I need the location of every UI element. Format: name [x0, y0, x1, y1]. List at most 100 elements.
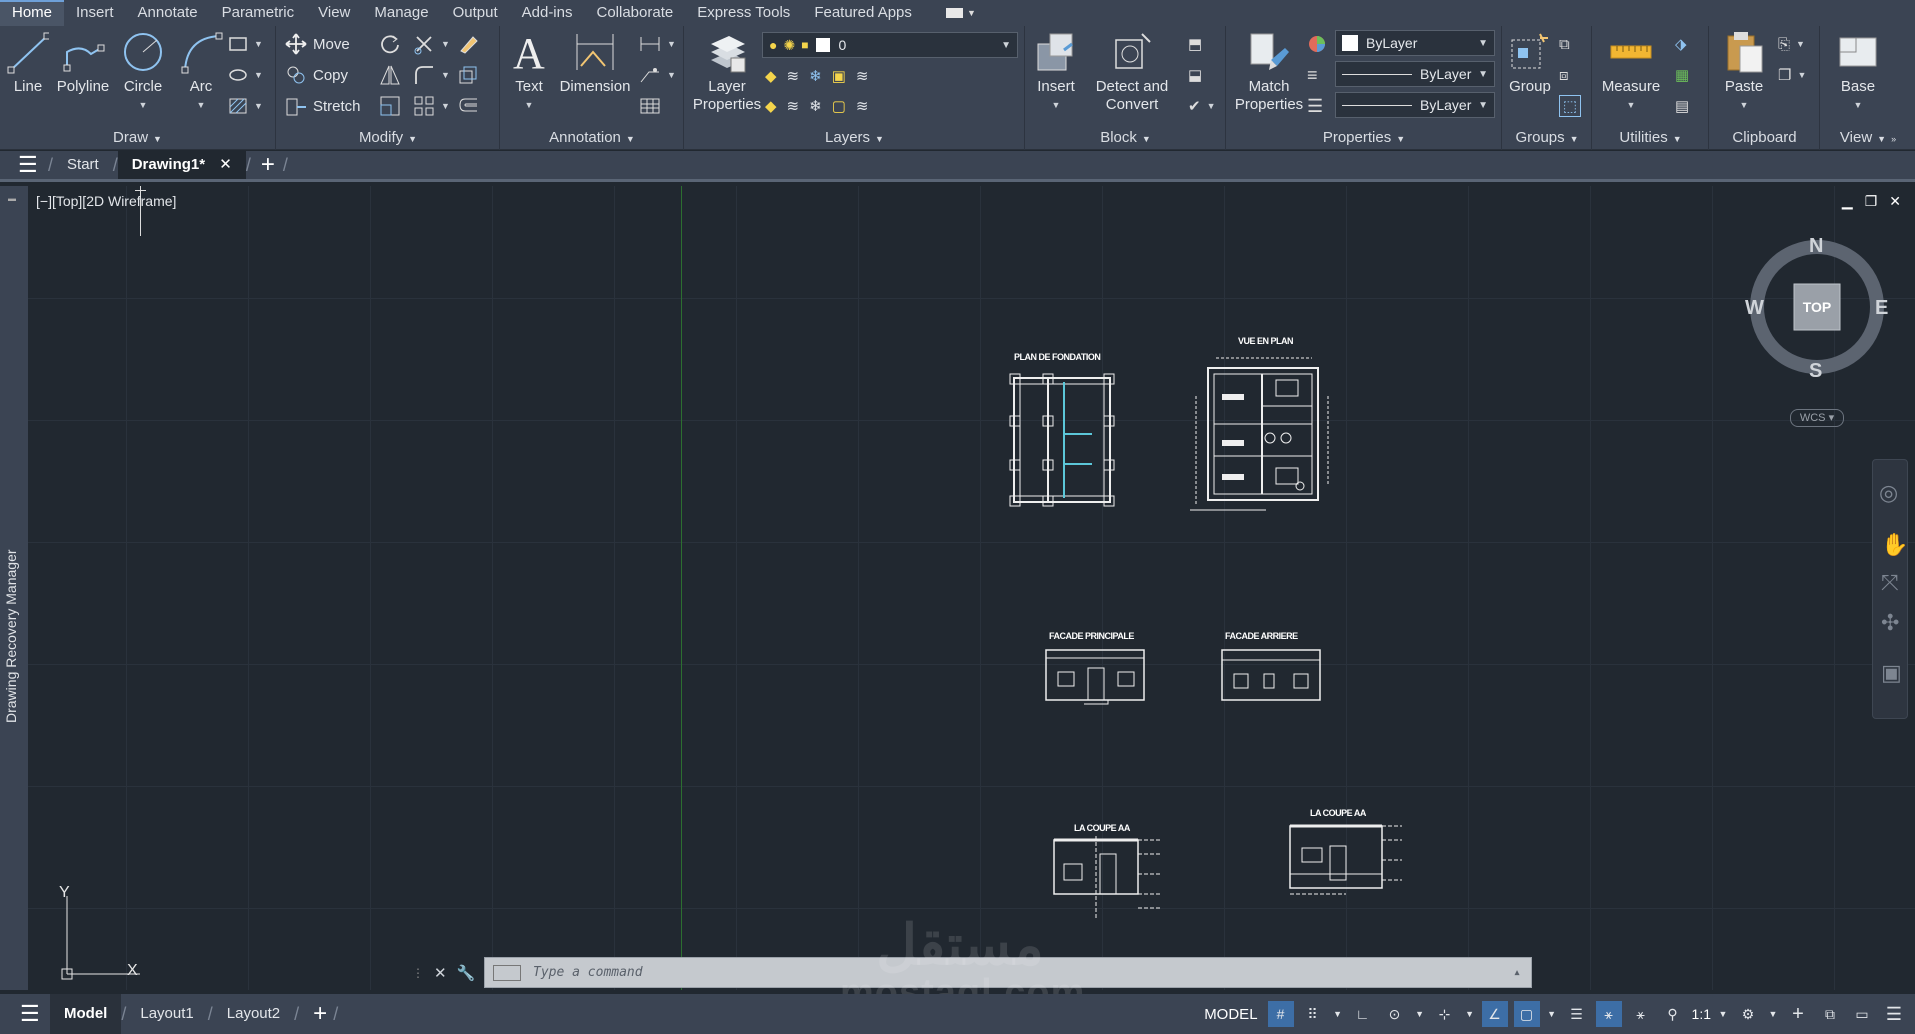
paste-button[interactable]: Paste ▼ — [1718, 30, 1770, 114]
layer-thaw-icon[interactable]: ❄ — [809, 97, 822, 115]
mirror-button[interactable] — [379, 63, 401, 87]
lineweight-button[interactable]: ☰ — [1307, 94, 1323, 118]
grip-icon[interactable]: ⋮ — [412, 966, 424, 980]
trim-button[interactable]: ▼ — [413, 32, 450, 56]
tab-express-tools[interactable]: Express Tools — [685, 0, 802, 26]
grid-icon[interactable]: # — [1267, 1001, 1294, 1027]
ungroup-button[interactable]: ⧉ — [1559, 32, 1570, 56]
zoom-extents-icon[interactable]: ⤧ — [1881, 570, 1899, 596]
application-menu-icon[interactable]: ☰ — [18, 152, 48, 178]
isodraft-icon[interactable]: ⊹ — [1432, 1001, 1458, 1027]
properties-panel-title[interactable]: Properties ▼ — [1227, 128, 1501, 148]
color-dropdown[interactable]: ByLayer ▼ — [1335, 30, 1495, 56]
polyline-button[interactable]: Polyline — [52, 30, 114, 96]
chevron-down-icon[interactable]: ▼ — [1767, 1001, 1779, 1027]
annotation-scale-value[interactable]: 1:1 — [1692, 1006, 1711, 1022]
section-a-drawing[interactable] — [1050, 834, 1170, 920]
annotation-panel-title[interactable]: Annotation ▼ — [501, 128, 683, 148]
scale-button[interactable] — [379, 94, 401, 118]
rotate-button[interactable] — [379, 32, 401, 56]
compass-south[interactable]: S — [1809, 360, 1822, 383]
color-wheel-button[interactable] — [1307, 32, 1327, 56]
clipboard-panel-title[interactable]: Clipboard — [1710, 128, 1819, 148]
tab-start[interactable]: Start — [53, 151, 113, 179]
layer-off-icon[interactable]: ◆ — [765, 67, 777, 85]
text-button[interactable]: A Text ▼ — [507, 30, 551, 114]
copy-button[interactable]: Copy — [285, 63, 348, 87]
steering-wheel-icon[interactable]: ◎ — [1879, 480, 1898, 506]
tab-layout2[interactable]: Layout2 — [213, 994, 294, 1034]
copy-clip-button[interactable]: ❐ ▼ — [1778, 63, 1806, 87]
annotation-visibility-icon[interactable]: ⚹ — [1595, 1001, 1622, 1027]
tab-model[interactable]: Model — [50, 994, 122, 1034]
linetype-button[interactable]: ≡ — [1307, 63, 1318, 87]
front-facade-drawing[interactable] — [1044, 648, 1148, 706]
edit-block-button[interactable]: ⬓ — [1188, 63, 1202, 87]
showmotion-icon[interactable]: ▣ — [1881, 660, 1902, 686]
erase-button[interactable] — [457, 32, 479, 56]
wcs-menu[interactable]: WCS ▾ — [1790, 409, 1844, 427]
stretch-button[interactable]: Stretch — [285, 94, 361, 118]
object-snap-tracking-icon[interactable]: ∠ — [1481, 1001, 1508, 1027]
modify-panel-title[interactable]: Modify ▼ — [277, 128, 499, 148]
calculator-button[interactable]: ▤ — [1675, 94, 1689, 118]
tab-add-ins[interactable]: Add-ins — [510, 0, 585, 26]
layer-properties-button[interactable]: Layer Properties — [689, 30, 765, 114]
arc-button[interactable]: Arc ▼ — [176, 30, 226, 114]
ellipse-button[interactable]: ▼ — [228, 63, 263, 87]
view-panel-title[interactable]: View ▼» — [1821, 128, 1915, 148]
block-panel-title[interactable]: Block ▼ — [1026, 128, 1225, 148]
close-icon[interactable]: ✕ — [219, 156, 232, 173]
lineweight-display-icon[interactable]: ☰ — [1564, 1001, 1590, 1027]
drawing-canvas[interactable]: Y X — [28, 186, 1915, 990]
pan-hand-icon[interactable]: ✋ — [1881, 532, 1908, 558]
group-button[interactable]: Group — [1505, 30, 1555, 96]
isolate-objects-icon[interactable]: ⧉ — [1817, 1001, 1843, 1027]
close-icon[interactable]: ✕ — [434, 964, 447, 982]
layer-walk-icon[interactable]: ≋ — [856, 97, 869, 115]
tab-annotate[interactable]: Annotate — [126, 0, 210, 26]
customize-wrench-icon[interactable]: 🔧 — [457, 964, 476, 982]
tab-featured-apps[interactable]: Featured Apps — [802, 0, 924, 26]
cut-copy-button[interactable]: ⎘ ▼ — [1778, 32, 1805, 56]
layer-dropdown[interactable]: ● ✺ ■ 0 ▼ — [762, 32, 1018, 58]
fillet-button[interactable]: ▼ — [413, 63, 450, 87]
ribbon-display-toggle[interactable]: ▼ — [945, 6, 976, 20]
annotation-scale-icon[interactable]: ⚲ — [1660, 1001, 1686, 1027]
tab-output[interactable]: Output — [441, 0, 510, 26]
group-edit-button[interactable]: ⧈ — [1559, 63, 1569, 87]
floor-plan-drawing[interactable] — [1186, 356, 1338, 514]
layer-unisolate-icon[interactable]: ≋ — [787, 97, 800, 115]
tab-drawing1[interactable]: Drawing1* ✕ — [117, 151, 246, 179]
gear-icon[interactable]: ⚙ — [1735, 1001, 1761, 1027]
fullscreen-icon[interactable]: ▭ — [1849, 1001, 1875, 1027]
draw-panel-title[interactable]: Draw ▼ — [0, 128, 275, 148]
line-button[interactable]: Line — [6, 30, 50, 96]
auto-scale-icon[interactable]: ⚹ — [1628, 1001, 1654, 1027]
dimension-button[interactable]: Dimension — [557, 30, 633, 96]
layer-unlock-icon[interactable]: ▢ — [832, 97, 846, 115]
section-b-drawing[interactable] — [1286, 818, 1406, 900]
array-button[interactable]: ▼ — [413, 94, 450, 118]
insert-button[interactable]: Insert ▼ — [1030, 30, 1082, 114]
rear-facade-drawing[interactable] — [1220, 648, 1324, 704]
measure-button[interactable]: Measure ▼ — [1599, 30, 1663, 114]
tab-parametric[interactable]: Parametric — [210, 0, 307, 26]
minimize-icon[interactable]: ▁ — [1842, 193, 1853, 210]
table-button[interactable] — [639, 94, 661, 118]
chevron-down-icon[interactable]: ▼ — [1414, 1001, 1426, 1027]
chevron-down-icon[interactable]: ▼ — [1717, 1001, 1729, 1027]
circle-button[interactable]: Circle ▼ — [118, 30, 168, 114]
explode-button[interactable] — [457, 63, 479, 87]
tab-view[interactable]: View — [306, 0, 362, 26]
rectangle-button[interactable]: ▼ — [228, 32, 263, 56]
offset-button[interactable] — [457, 94, 479, 118]
groups-panel-title[interactable]: Groups ▼ — [1503, 128, 1591, 148]
compass-west[interactable]: W — [1745, 297, 1764, 320]
chevron-down-icon[interactable]: ▼ — [1332, 1001, 1344, 1027]
snap-icon[interactable]: ⠿ — [1300, 1001, 1326, 1027]
tab-home[interactable]: Home — [0, 0, 65, 26]
drawing-recovery-manager-strip[interactable]: ▬ Drawing Recovery Manager — [0, 186, 28, 990]
tab-layout1[interactable]: Layout1 — [126, 994, 207, 1034]
create-block-button[interactable]: ⬒ — [1188, 32, 1202, 56]
